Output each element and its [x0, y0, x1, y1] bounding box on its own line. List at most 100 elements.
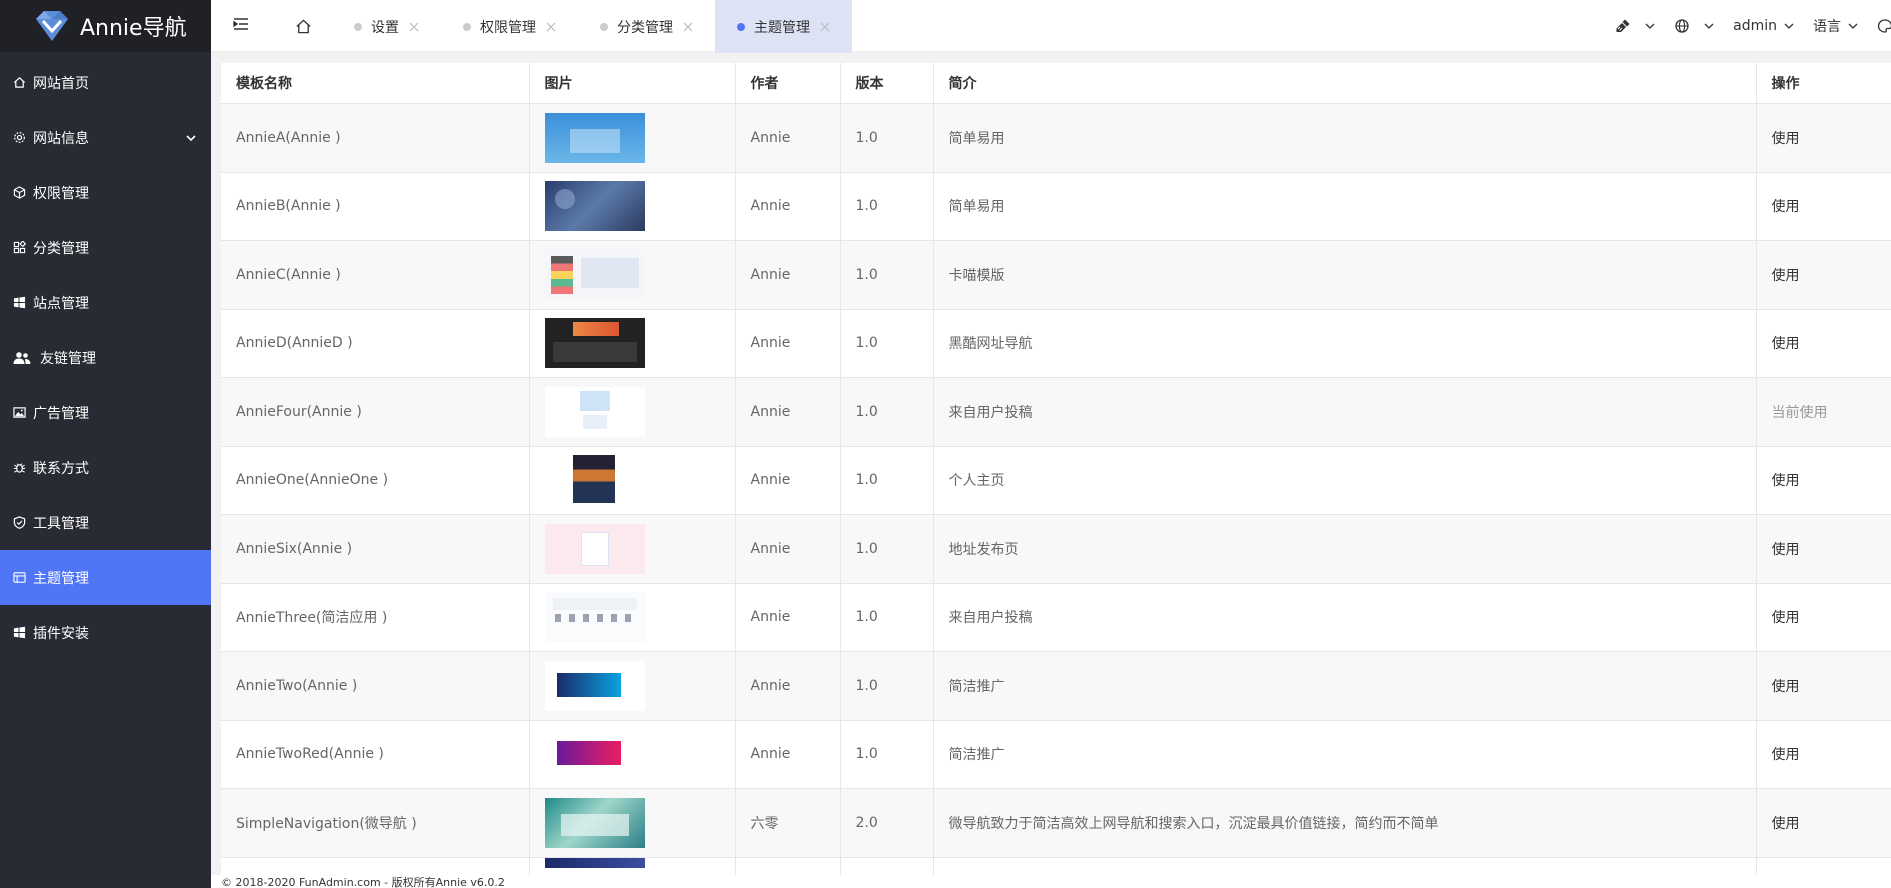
site-dropdown[interactable]: [1674, 18, 1714, 34]
close-icon[interactable]: [546, 22, 556, 32]
column-header-name[interactable]: 模板名称: [221, 63, 530, 104]
tab-themes[interactable]: 主题管理: [715, 0, 852, 53]
brand[interactable]: Annie导航: [0, 0, 211, 52]
cube-icon: [12, 186, 26, 200]
tab-status-dot: [737, 22, 745, 31]
sidebar-item-home[interactable]: 网站首页: [0, 55, 211, 110]
sidebar-item-plugins[interactable]: 插件安装: [0, 605, 211, 660]
broom-icon: [1615, 18, 1631, 34]
use-theme-link[interactable]: 使用: [1772, 199, 1800, 215]
sidebar-item-sites[interactable]: 站点管理: [0, 275, 211, 330]
tab-status-dot: [463, 22, 471, 31]
sidebar-item-label: 权限管理: [33, 185, 89, 202]
table-row: AnnieA(Annie ) Annie 1.0 简单易用 使用: [221, 103, 1891, 173]
theme-author: 六零: [735, 788, 841, 858]
theme-preview-image[interactable]: [544, 249, 645, 300]
tab-permissions[interactable]: 权限管理: [441, 0, 578, 53]
theme-name: AnnieD(AnnieD ): [221, 309, 530, 378]
theme-author: Annie: [735, 103, 841, 173]
use-theme-button[interactable]: 使用: [1756, 583, 1891, 652]
theme-preview-cell: [529, 583, 736, 652]
theme-description: 卡喵模版: [933, 240, 1757, 310]
theme-preview-image[interactable]: [544, 112, 645, 163]
use-theme-button[interactable]: 使用: [1756, 172, 1891, 241]
use-theme-link[interactable]: 使用: [1772, 542, 1800, 558]
table-row: AnnieD(AnnieD ) Annie 1.0 黑酷网址导航 使用: [221, 309, 1891, 378]
table-row: AnnieSix(Annie ) Annie 1.0 地址发布页 使用: [221, 514, 1891, 584]
use-theme-link[interactable]: 使用: [1772, 336, 1800, 352]
theme-author: Annie: [735, 514, 841, 584]
use-theme-button[interactable]: 使用: [1756, 651, 1891, 721]
theme-name: AnnieSix(Annie ): [221, 514, 530, 584]
use-theme-link[interactable]: 使用: [1772, 131, 1800, 147]
sidebar-item-site-info[interactable]: 网站信息: [0, 110, 211, 165]
theme-description: 微导航致力于简洁高效上网导航和搜索入口，沉淀最具价值链接，简约而不简单: [933, 788, 1757, 858]
theme-preview-image[interactable]: [544, 455, 645, 505]
theme-description: 个人主页: [933, 446, 1757, 515]
tab-label: 权限管理: [480, 19, 536, 36]
use-theme-link[interactable]: 使用: [1772, 747, 1800, 763]
theme-preview-cell: [529, 788, 736, 858]
use-theme-button[interactable]: 使用: [1756, 788, 1891, 858]
sidebar-item-ads[interactable]: 广告管理: [0, 385, 211, 440]
home-icon: [296, 19, 311, 34]
theme-name: AnnieThree(简洁应用 ): [221, 583, 530, 652]
theme-description: 黑酷网址导航: [933, 309, 1757, 378]
column-header-author[interactable]: 作者: [735, 63, 841, 104]
theme-preview-image[interactable]: [544, 318, 645, 368]
sidebar-item-contact[interactable]: 联系方式: [0, 440, 211, 495]
theme-preview-image[interactable]: [544, 729, 645, 779]
close-icon[interactable]: [409, 22, 419, 32]
sidebar-item-categories[interactable]: 分类管理: [0, 220, 211, 275]
use-theme-link[interactable]: 使用: [1772, 816, 1800, 832]
tab-label: 主题管理: [754, 19, 810, 36]
clear-cache-dropdown[interactable]: [1615, 18, 1655, 34]
sidebar-item-permissions[interactable]: 权限管理: [0, 165, 211, 220]
close-icon[interactable]: [683, 22, 693, 32]
windows-icon: [12, 296, 26, 310]
theme-palette-button[interactable]: [1877, 18, 1891, 34]
tab-settings[interactable]: 设置: [332, 0, 441, 53]
use-theme-link[interactable]: 使用: [1772, 610, 1800, 626]
use-theme-button[interactable]: 使用: [1756, 240, 1891, 310]
sidebar-item-links[interactable]: 友链管理: [0, 330, 211, 385]
theme-name: [221, 857, 530, 875]
user-name: admin: [1733, 18, 1777, 34]
tab-home[interactable]: [275, 0, 332, 53]
menu-fold-icon[interactable]: [231, 14, 251, 34]
theme-preview-image[interactable]: [544, 592, 645, 642]
sidebar-item-tools[interactable]: 工具管理: [0, 495, 211, 550]
theme-preview-image[interactable]: [544, 181, 645, 231]
use-theme-link[interactable]: 使用: [1772, 473, 1800, 489]
sidebar-item-label: 网站首页: [33, 75, 89, 92]
chevron-down-icon: [1848, 23, 1858, 29]
use-theme-link[interactable]: 使用: [1772, 268, 1800, 284]
chevron-down-icon: [1704, 23, 1714, 29]
theme-preview-image[interactable]: [544, 386, 645, 437]
use-theme-link[interactable]: 使用: [1772, 679, 1800, 695]
use-theme-button[interactable]: 使用: [1756, 446, 1891, 515]
language-dropdown[interactable]: 语言: [1813, 16, 1858, 36]
table-row: [221, 857, 1891, 875]
user-dropdown[interactable]: admin: [1733, 18, 1794, 34]
sidebar-item-themes[interactable]: 主题管理: [0, 550, 211, 605]
theme-preview-image[interactable]: [544, 797, 645, 848]
theme-name: AnnieTwo(Annie ): [221, 651, 530, 721]
column-header-version[interactable]: 版本: [840, 63, 934, 104]
close-icon[interactable]: [820, 22, 830, 32]
theme-table: 模板名称 图片 作者 版本 简介 操作 AnnieA(Annie ) Annie…: [221, 63, 1891, 875]
theme-name: AnnieB(Annie ): [221, 172, 530, 241]
use-theme-button[interactable]: 使用: [1756, 309, 1891, 378]
theme-preview-image[interactable]: [544, 660, 645, 711]
theme-action: [1756, 857, 1891, 875]
column-header-action[interactable]: 操作: [1756, 63, 1891, 104]
column-header-description[interactable]: 简介: [933, 63, 1757, 104]
use-theme-button[interactable]: 使用: [1756, 103, 1891, 173]
theme-preview-cell: [529, 309, 736, 378]
use-theme-button[interactable]: 使用: [1756, 720, 1891, 789]
theme-preview-image[interactable]: [544, 857, 645, 868]
tab-categories[interactable]: 分类管理: [578, 0, 715, 53]
theme-preview-image[interactable]: [544, 523, 645, 574]
column-header-image[interactable]: 图片: [529, 63, 736, 104]
use-theme-button[interactable]: 使用: [1756, 514, 1891, 584]
